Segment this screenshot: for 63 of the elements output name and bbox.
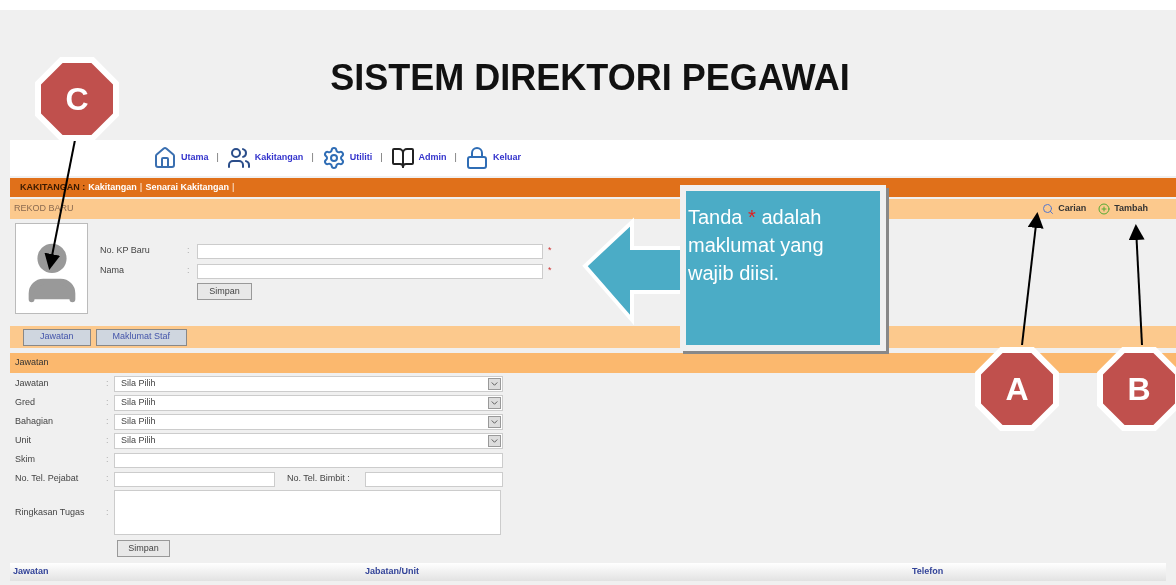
toolbar-link[interactable]: Carian [1042,202,1087,216]
field-label: Bahagian [15,415,55,429]
field-label: Skim [15,453,36,467]
dropdown[interactable]: Sila Pilih [114,376,503,392]
field-label: Nama [100,264,125,278]
letter-badge: C [35,57,119,141]
field-separator: : [106,377,110,391]
add-icon [1098,203,1111,215]
dropdown[interactable]: Sila Pilih [114,414,503,430]
save-button[interactable]: Simpan [117,540,170,557]
page-title: SISTEM DIREKTORI PEGAWAI [329,56,850,100]
search-icon [1042,203,1055,215]
padlock-icon [464,146,489,170]
letter-badge: A [975,347,1059,431]
field-label: Jawatan [15,377,50,391]
field-separator: : [187,244,191,258]
dropdown[interactable]: Sila Pilih [114,433,503,449]
text-input[interactable] [197,243,543,259]
nav-link[interactable]: Kakitangan [226,146,304,170]
field-separator: : [106,396,110,410]
text-input[interactable] [365,471,503,487]
field-separator: : [106,434,110,448]
field-label: Ringkasan Tugas [15,505,86,519]
save-button[interactable]: Simpan [197,283,252,300]
nav-separator: | [454,151,457,165]
text-area[interactable] [114,490,501,535]
field-separator: : [106,472,110,486]
nav-separator: | [216,151,219,165]
nav-separator: | [380,151,383,165]
house-icon [153,146,177,170]
field-label: Gred [15,396,36,410]
people-icon [226,146,251,170]
gear-icon [321,146,346,170]
tab-button[interactable]: Maklumat Staf [95,328,188,346]
nav-link[interactable]: Utama [153,146,209,170]
field-label: No. Tel. Pejabat [15,472,80,486]
text-input[interactable] [114,471,275,487]
column-header: Jawatan [12,565,50,579]
callout-text: Tanda * adalah maklumat yang wajib diisi. [688,205,825,286]
toolbar-link[interactable]: Tambah [1098,202,1148,216]
column-header: Jabatan/Unit [365,565,420,579]
letter-badge: B [1097,347,1176,431]
tab-button[interactable]: Jawatan [23,328,91,346]
field-separator: : [106,415,110,429]
nav-link[interactable]: Utiliti [321,146,373,170]
book-icon [390,146,415,170]
breadcrumb-separator: | [231,180,235,194]
field-separator: : [106,505,110,519]
nav-link[interactable]: Admin [390,146,447,170]
text-input[interactable] [114,452,503,468]
dropdown[interactable]: Sila Pilih [114,395,503,411]
nav-separator: | [311,151,314,165]
nav-link[interactable]: Keluar [464,146,521,170]
breadcrumb-separator: | [139,180,143,194]
column-header: Telefon [912,565,944,579]
text-input[interactable] [197,263,543,279]
field-label: No. KP Baru [100,244,151,258]
required-mark: * [548,264,552,278]
field-label: Unit [15,434,32,448]
field-separator: : [187,264,191,278]
field-separator: : [106,453,110,467]
field-label: No. Tel. Bimbit : [286,472,351,486]
required-mark: * [548,244,552,258]
